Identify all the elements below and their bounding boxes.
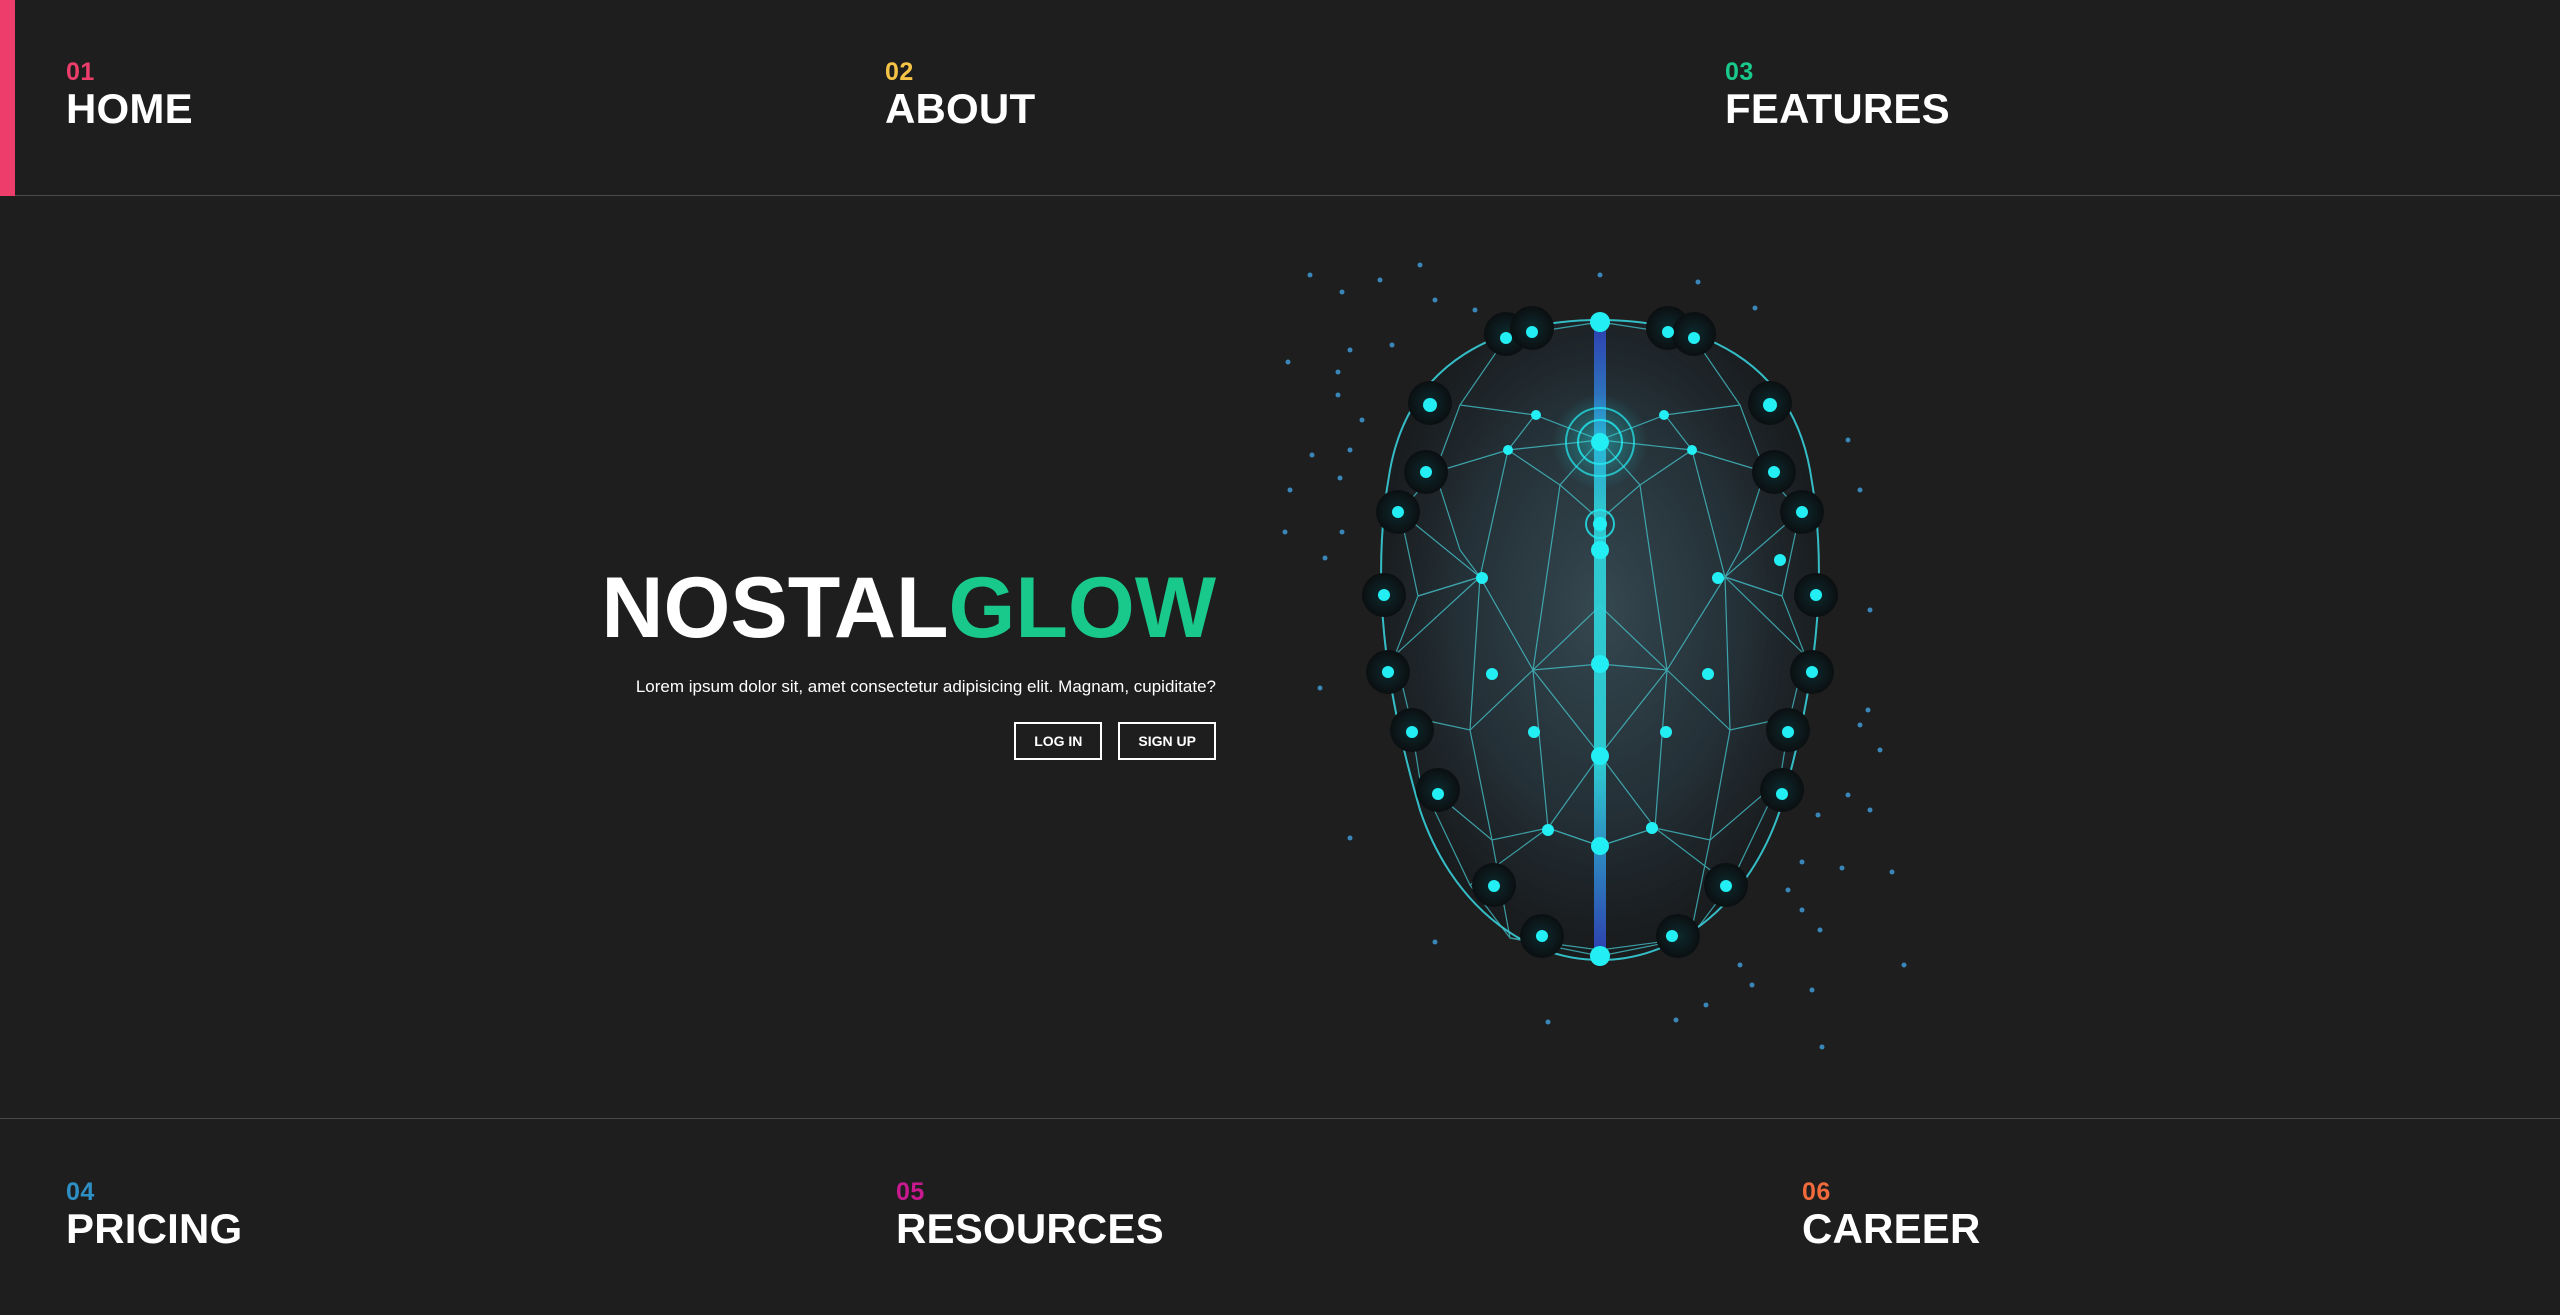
glowing-face-mesh-icon	[1282, 262, 1907, 1050]
nav-label: RESOURCES	[896, 1205, 1164, 1252]
landing-page: 01 HOME 02 ABOUT 03 FEATURES NOSTALGLOW …	[0, 0, 2560, 1315]
nav-number: 05	[896, 1178, 925, 1206]
hero-description: Lorem ipsum dolor sit, amet consectetur …	[635, 677, 1216, 696]
hero-title: NOSTALGLOW	[516, 560, 1216, 656]
nav-item-resources[interactable]: 05 RESOURCES	[896, 1178, 1164, 1252]
hero-title-part1: NOSTAL	[601, 560, 949, 656]
nav-item-pricing[interactable]: 04 PRICING	[66, 1178, 242, 1252]
nav-item-home[interactable]: 01 HOME	[66, 58, 193, 132]
nav-label: FEATURES	[1725, 85, 1950, 132]
nav-number: 04	[66, 1178, 95, 1206]
nav-label: PRICING	[66, 1205, 243, 1252]
nav-label: CAREER	[1802, 1205, 1981, 1252]
nav-item-about[interactable]: 02 ABOUT	[885, 58, 1035, 132]
nav-number: 06	[1802, 1178, 1831, 1206]
nav-label: ABOUT	[885, 85, 1036, 132]
nav-number: 02	[885, 58, 914, 86]
nav-number: 01	[66, 58, 95, 86]
signup-button[interactable]: SIGN UP	[1118, 722, 1216, 760]
hero-buttons: LOG IN SIGN UP	[516, 722, 1216, 760]
login-button[interactable]: LOG IN	[1014, 722, 1103, 760]
active-indicator	[0, 0, 15, 196]
nav-label: HOME	[66, 85, 193, 132]
nav-item-career[interactable]: 06 CAREER	[1802, 1178, 1981, 1252]
nav-number: 03	[1725, 58, 1754, 86]
hero-section: NOSTALGLOW Lorem ipsum dolor sit, amet c…	[516, 560, 1216, 760]
top-nav: 01 HOME 02 ABOUT 03 FEATURES	[0, 0, 2560, 196]
nav-item-features[interactable]: 03 FEATURES	[1725, 58, 1950, 132]
bottom-nav: 04 PRICING 05 RESOURCES 06 CAREER	[0, 1118, 2560, 1315]
hero-title-part2: GLOW	[948, 560, 1217, 656]
